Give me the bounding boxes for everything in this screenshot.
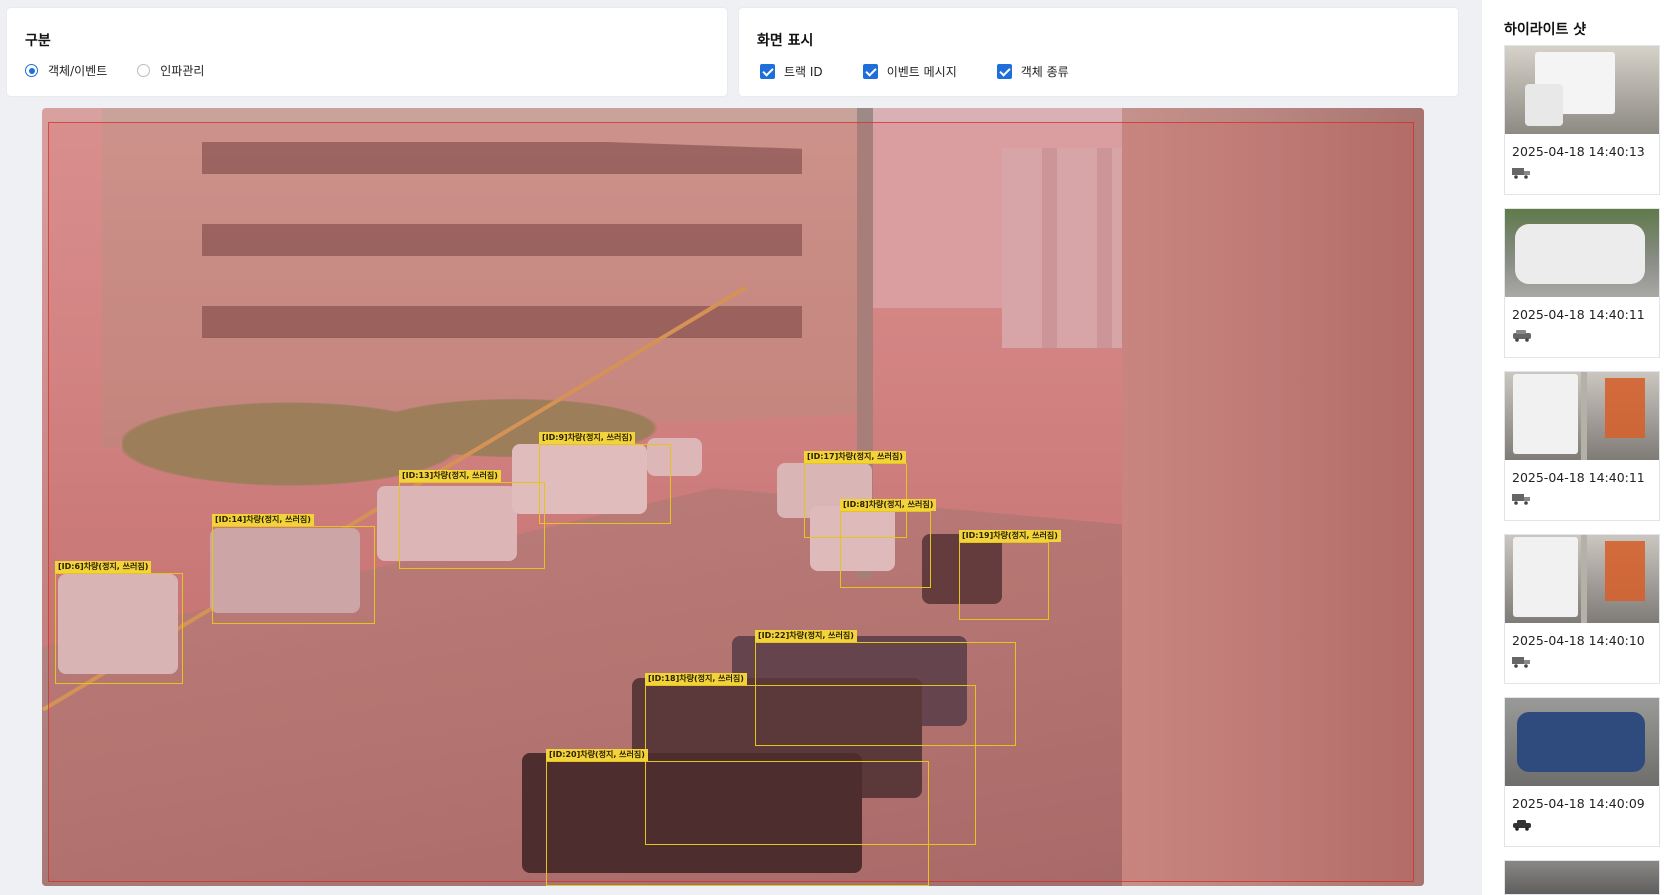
detection-box-id14[interactable]: [ID:14]차량(정지, 쓰러짐) <box>212 514 375 624</box>
checkbox-checked-icon[interactable] <box>996 64 1012 79</box>
checkbox-object-type[interactable]: 객체 종류 <box>996 63 1069 80</box>
highlight-shot[interactable]: 2025-04-18 14:40:11 <box>1504 371 1660 521</box>
truck-icon <box>1512 494 1530 505</box>
checkbox-object-type-label: 객체 종류 <box>1020 65 1069 79</box>
display-panel: 화면 표시 트랙 ID 이벤트 메시지 객체 종류 <box>739 8 1458 96</box>
highlight-shot[interactable]: 2025-04-18 14:40:11 <box>1504 208 1660 358</box>
shot-timestamp: 2025-04-18 14:40:11 <box>1512 470 1645 485</box>
shot-thumbnail <box>1505 372 1659 460</box>
highlight-shot-partial[interactable] <box>1504 860 1660 895</box>
highlight-shot[interactable]: 2025-04-18 14:40:09 <box>1504 697 1660 847</box>
checkbox-event-message-label: 이벤트 메시지 <box>886 65 957 79</box>
highlight-shot[interactable]: 2025-04-18 14:40:13 <box>1504 45 1660 195</box>
checkbox-checked-icon[interactable] <box>760 64 775 79</box>
shot-thumbnail <box>1505 46 1659 134</box>
detection-label: [ID:20]차량(정지, 쓰러짐) <box>546 749 648 761</box>
detection-box-id9[interactable]: [ID:9]차량(정지, 쓰러짐) <box>539 432 671 524</box>
detection-label: [ID:19]차량(정지, 쓰러짐) <box>959 530 1061 542</box>
highlight-sidebar: 하이라이트 샷 2025-04-18 14:40:13 2025-04-18 1… <box>1482 0 1665 895</box>
radio-selected-icon[interactable] <box>25 64 38 77</box>
radio-object-event[interactable]: 객체/이벤트 <box>25 62 107 79</box>
radio-unselected-icon[interactable] <box>137 64 151 77</box>
truck-icon <box>1512 657 1530 668</box>
suv-icon <box>1513 330 1531 342</box>
detection-box-id8[interactable]: [ID:8]차량(정지, 쓰러짐) <box>840 499 937 588</box>
detection-box-id13[interactable]: [ID:13]차량(정지, 쓰러짐) <box>399 470 545 569</box>
display-title: 화면 표시 <box>757 33 814 49</box>
detection-label: [ID:18]차량(정지, 쓰러짐) <box>645 673 747 685</box>
detection-label: [ID:17]차량(정지, 쓰러짐) <box>804 451 906 463</box>
radio-crowd-management[interactable]: 인파관리 <box>137 62 204 79</box>
shot-timestamp: 2025-04-18 14:40:13 <box>1512 144 1645 159</box>
sidebar-title: 하이라이트 샷 <box>1504 22 1587 38</box>
checkbox-track-id[interactable]: 트랙 ID <box>760 63 823 80</box>
shot-thumbnail <box>1505 698 1659 786</box>
detection-label: [ID:6]차량(정지, 쓰러짐) <box>55 561 152 573</box>
detection-label: [ID:8]차량(정지, 쓰러짐) <box>840 499 937 511</box>
shot-thumbnail <box>1505 209 1659 297</box>
category-title: 구분 <box>25 33 51 49</box>
checkbox-checked-icon[interactable] <box>862 64 878 79</box>
shot-timestamp: 2025-04-18 14:40:09 <box>1512 796 1645 811</box>
category-panel: 구분 객체/이벤트 인파관리 <box>7 8 727 96</box>
car-icon <box>1513 820 1531 831</box>
detection-label: [ID:9]차량(정지, 쓰러짐) <box>539 432 636 444</box>
radio-object-event-label: 객체/이벤트 <box>48 64 108 78</box>
checkbox-event-message[interactable]: 이벤트 메시지 <box>862 63 957 80</box>
shot-timestamp: 2025-04-18 14:40:10 <box>1512 633 1645 648</box>
detection-box-id20[interactable]: [ID:20]차량(정지, 쓰러짐) <box>546 749 929 886</box>
checkbox-track-id-label: 트랙 ID <box>784 65 823 79</box>
highlight-shot[interactable]: 2025-04-18 14:40:10 <box>1504 534 1660 684</box>
detection-box-id19[interactable]: [ID:19]차량(정지, 쓰러짐) <box>959 530 1061 620</box>
shot-thumbnail <box>1505 535 1659 623</box>
truck-icon <box>1512 168 1530 179</box>
detection-box-id6[interactable]: [ID:6]차량(정지, 쓰러짐) <box>55 561 183 684</box>
shot-timestamp: 2025-04-18 14:40:11 <box>1512 307 1645 322</box>
detection-label: [ID:22]차량(정지, 쓰러짐) <box>755 630 857 642</box>
camera-view[interactable]: [ID:9]차량(정지, 쓰러짐) [ID:13]차량(정지, 쓰러짐) [ID… <box>42 108 1424 886</box>
radio-crowd-management-label: 인파관리 <box>160 64 205 78</box>
detection-label: [ID:14]차량(정지, 쓰러짐) <box>212 514 314 526</box>
detection-label: [ID:13]차량(정지, 쓰러짐) <box>399 470 501 482</box>
shot-thumbnail <box>1505 861 1659 894</box>
